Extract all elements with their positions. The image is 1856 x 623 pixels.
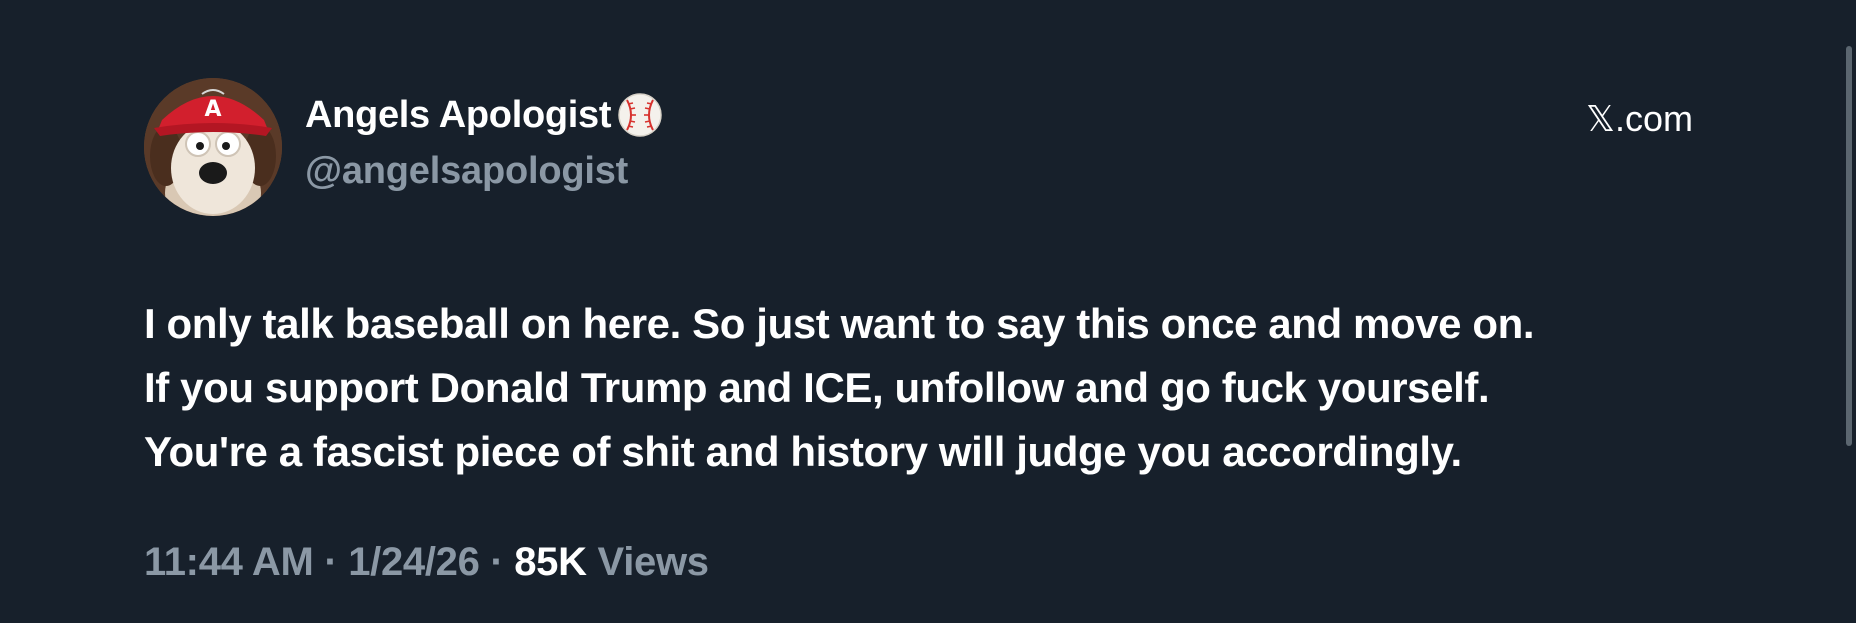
views-label: Views (597, 540, 709, 584)
meta-separator: · (313, 540, 349, 584)
tweet-text-line: I only talk baseball on here. So just wa… (144, 300, 1535, 347)
author-handle[interactable]: @angelsapologist (305, 150, 628, 193)
svg-text:A: A (204, 97, 221, 122)
tweet-time[interactable]: 11:44 AM (144, 540, 314, 584)
source-label[interactable]: 𝕏.com (1586, 98, 1693, 140)
scrollbar[interactable] (1846, 46, 1852, 446)
baseball-icon (617, 92, 663, 138)
author-name-row: Angels Apologist (305, 92, 663, 138)
tweet-text-line: You're a fascist piece of shit and histo… (144, 428, 1462, 475)
views-count: 85K (514, 540, 587, 584)
author-display-name[interactable]: Angels Apologist (305, 94, 612, 137)
tweet-meta: 11:44 AM · 1/24/26 · 85K Views (144, 540, 709, 585)
tweet-card: A Angels Apologist @angelsapologist 𝕏.co… (0, 0, 1856, 623)
avatar[interactable]: A (144, 78, 282, 216)
tweet-text: I only talk baseball on here. So just wa… (144, 292, 1724, 484)
avatar-image: A (144, 78, 282, 216)
tweet-text-line: If you support Donald Trump and ICE, unf… (144, 364, 1490, 411)
tweet-date[interactable]: 1/24/26 (348, 540, 480, 584)
meta-separator: · (479, 540, 515, 584)
